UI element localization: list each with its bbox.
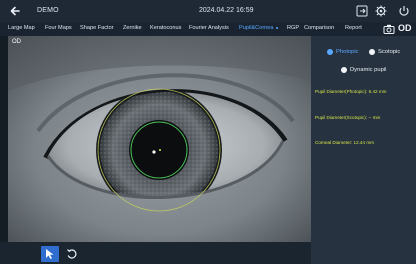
- date-time: 2024.04.22 16:59: [199, 7, 254, 14]
- camera-icon[interactable]: [383, 23, 395, 35]
- corneal-diameter: Corneal Diameter: 12.44 mm: [315, 140, 374, 145]
- menu-four-maps[interactable]: Four Maps: [45, 25, 72, 31]
- photopic-radio[interactable]: Photopic: [327, 49, 359, 55]
- left-gutter: [0, 36, 8, 250]
- power-icon[interactable]: [397, 4, 411, 18]
- radio-dot-icon: [327, 49, 333, 55]
- pupil-options-panel: Photopic Scotopic Dynamic pupil Pupil Di…: [311, 36, 416, 264]
- patient-name: DEMO: [37, 7, 59, 14]
- menu-zernike[interactable]: Zernike: [123, 25, 142, 31]
- analysis-menu-bar: Large Map Four Maps Shape Factor Zernike…: [0, 22, 416, 36]
- cursor-icon: [46, 249, 54, 259]
- back-arrow-icon[interactable]: [9, 5, 21, 17]
- radio-dot-icon: [369, 49, 375, 55]
- rotate-button[interactable]: [63, 246, 81, 262]
- radio-dot-icon: [341, 67, 347, 73]
- photopic-label: Photopic: [336, 49, 359, 55]
- scotopic-label: Scotopic: [378, 49, 401, 55]
- dynamic-pupil-label: Dynamic pupil: [350, 67, 387, 73]
- scotopic-radio[interactable]: Scotopic: [369, 49, 400, 55]
- top-bar: DEMO 2024.04.22 16:59: [0, 0, 416, 22]
- image-eye-label: OD: [12, 39, 21, 45]
- menu-pupil-cornea[interactable]: Pupil&Cornea: [239, 25, 278, 31]
- rotate-icon: [67, 249, 77, 259]
- menu-fourier-analysis[interactable]: Fourier Analysis: [189, 25, 229, 31]
- eye-side-label: OD: [398, 23, 412, 33]
- settings-icon[interactable]: [374, 4, 388, 18]
- menu-comparison[interactable]: Comparison: [304, 25, 334, 31]
- image-toolbar: [0, 242, 311, 264]
- menu-keratoconus[interactable]: Keratoconus: [150, 25, 181, 31]
- menu-report[interactable]: Report: [345, 25, 362, 31]
- eye-photo: [8, 36, 311, 242]
- dynamic-pupil-radio[interactable]: Dynamic pupil: [341, 67, 386, 73]
- menu-rgp[interactable]: RGP: [287, 25, 299, 31]
- export-icon[interactable]: [355, 4, 369, 18]
- select-tool-button[interactable]: [41, 246, 59, 262]
- eye-image-panel[interactable]: OD: [8, 36, 311, 242]
- menu-large-map[interactable]: Large Map: [8, 25, 35, 31]
- menu-shape-factor[interactable]: Shape Factor: [80, 25, 114, 31]
- pupil-diameter-photopic: Pupil Diameter(Photopic): 5.42 mm: [315, 89, 387, 94]
- pupil-diameter-scotopic: Pupil Diameter(Scotopic): -- mm: [315, 115, 381, 120]
